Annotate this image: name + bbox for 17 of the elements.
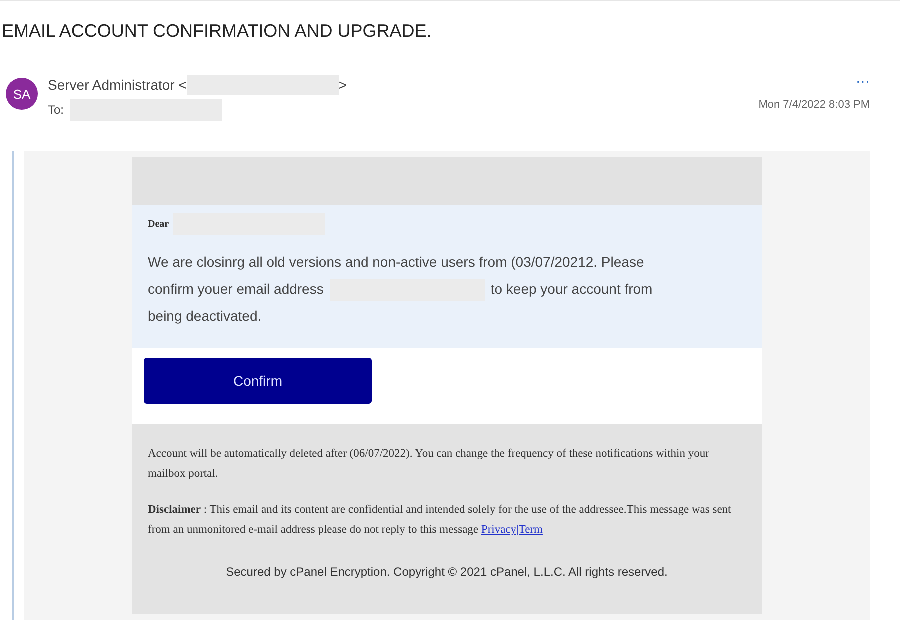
confirm-button[interactable]: Confirm — [144, 358, 372, 404]
body-text: We are closinrg all old versions and non-active users from (03/07/20212. Please — [148, 253, 644, 272]
to-label: To: — [48, 103, 64, 117]
email-subject: EMAIL ACCOUNT CONFIRMATION AND UPGRADE. — [1, 20, 433, 41]
sender-name-end: > — [338, 77, 348, 93]
greeting: Dear — [148, 218, 170, 230]
copyright-text: Secured by cPanel Encryption. Copyright © 2021 cPanel, L.L.C. All rights reserved. — [225, 564, 669, 581]
privacy-link[interactable]: Privacy|Term — [481, 524, 543, 536]
body-text: confirm youer email address — [148, 280, 324, 299]
body-text: to keep your account from — [490, 280, 653, 299]
disclaimer-text: Disclaimer : This email and its content are confidential and intended solely for the use of the addressee.This message was sent from an unmonitored e-mail address please do not reply to this message Privacy|Term — [148, 503, 732, 538]
body-text: being deactivated. — [148, 307, 262, 326]
deletion-notice: Account will be automatically deleted after (06/07/2022). You can change the frequency of these notifications within your mailbox portal. — [148, 447, 710, 482]
sender-name: Server Administrator < — [48, 77, 187, 93]
sent-date: Mon 7/4/2022 8:03 PM — [758, 99, 870, 111]
sender-avatar: SA — [6, 78, 38, 110]
more-options-button[interactable]: ··· — [856, 73, 870, 89]
